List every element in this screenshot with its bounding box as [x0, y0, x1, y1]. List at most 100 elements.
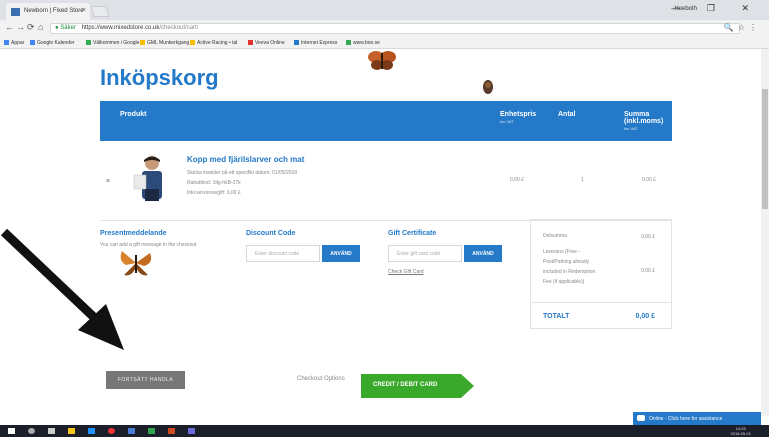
favicon-icon — [11, 8, 20, 16]
browser-tab[interactable]: Newborn | Fixed Store × — [6, 3, 90, 20]
excel-icon[interactable] — [148, 428, 155, 434]
back-icon[interactable]: ← — [5, 22, 14, 32]
shipping-label-line-3: included in Redemption — [543, 269, 596, 275]
shipping-label-line-2: Post/Parking already — [543, 259, 590, 265]
remove-item-icon[interactable]: × — [106, 178, 110, 185]
credit-button-label: CREDIT / DEBIT CARD — [373, 382, 438, 388]
discount-input[interactable]: Enter discount code — [246, 245, 320, 262]
product-image[interactable] — [130, 153, 170, 203]
shipping-label-line-4: Fee (if applicable)) — [543, 279, 585, 285]
chrome-icon[interactable] — [108, 428, 115, 434]
col-sum-label: Summa — [624, 111, 650, 118]
page-content: Inköpskorg Produkt Enhetspris Inc VAT An… — [0, 49, 761, 416]
bookmark-icon — [190, 40, 195, 45]
gift-card-apply-button[interactable]: ANVÄND — [464, 245, 502, 262]
word-icon[interactable] — [128, 428, 135, 434]
col-sum: Summa (inkl.moms) Inc VAT — [624, 111, 663, 131]
col-qty: Antal — [558, 111, 576, 118]
app-icon[interactable] — [188, 428, 195, 434]
bookmark-item[interactable]: Active Racing • tal — [190, 40, 237, 46]
home-icon[interactable]: ⌂ — [38, 22, 43, 32]
totals-box: Delsumma 0,00 £ Leverans (Free - Post/Pa… — [530, 219, 672, 329]
url-host: https://www.mixedstore.co.uk — [81, 25, 160, 31]
bookmark-icon — [294, 40, 299, 45]
bookmark-item[interactable]: Veeva Online — [248, 40, 285, 46]
bookmark-icon — [248, 40, 253, 45]
product-meta-fee: Inkl.serviceavgift: 0,00 £ — [187, 190, 241, 196]
cart-table-header: Produkt Enhetspris Inc VAT Antal Summa (… — [100, 101, 672, 141]
page-title: Inköpskorg — [100, 65, 219, 90]
screen: { "browser": { "tab_title": "Newborn | F… — [0, 0, 769, 437]
subtotal-label: Delsumma — [543, 233, 567, 239]
task-view-icon[interactable] — [48, 428, 55, 434]
live-chat-button[interactable]: Online - Click here for assistance — [633, 412, 761, 425]
product-qty: 1 — [581, 177, 584, 183]
bookmark-label: Google Kalender — [37, 40, 75, 46]
bookmark-label: Active Racing • tal — [197, 40, 238, 46]
col-sum-line2: (inkl.moms) — [624, 118, 664, 125]
clock-date: 2018-05-01 — [730, 431, 751, 436]
url-field[interactable]: ● Säker https://www.mixedstore.co.uk/che… — [50, 23, 740, 34]
file-explorer-icon[interactable] — [68, 428, 75, 434]
chat-bubble-icon — [637, 415, 645, 421]
bookmark-item[interactable]: Appar — [4, 40, 24, 46]
new-tab-button[interactable] — [90, 6, 110, 17]
reload-icon[interactable]: ⟳ — [27, 22, 35, 33]
shipping-label-line-1: Leverans (Free - — [543, 249, 580, 255]
product-unit-price: 0,00 £ — [510, 177, 524, 183]
subtotal-value: 0,00 £ — [641, 234, 655, 240]
bookmark-item[interactable]: Google Kalender — [30, 40, 75, 46]
chat-label: Online - Click here for assistance — [649, 416, 723, 422]
star-icon[interactable]: ☆ — [738, 23, 749, 32]
continue-shopping-button[interactable]: FORTSÄTT HANDLA — [106, 371, 185, 389]
edge-icon[interactable] — [88, 428, 95, 434]
bookmark-item[interactable]: GML Munkerkgang — [140, 40, 189, 46]
bookmark-label: GML Munkerkgang — [147, 40, 190, 46]
bookmarks-bar: Appar Google Kalender Välkommen i Google GM… — [0, 37, 769, 49]
security-label: Säker — [60, 25, 76, 31]
discount-apply-button[interactable]: ANVÄND — [322, 245, 360, 262]
bookmark-item[interactable]: Internet Express — [294, 40, 337, 46]
total-value: 0,00 £ — [635, 313, 655, 320]
browser-tab-bar: Newborn | Fixed Store × Hoeboth — ❐ ✕ — [0, 0, 769, 20]
discount-heading: Discount Code — [246, 230, 296, 237]
forward-icon[interactable]: → — [16, 22, 25, 32]
tab-title: Newborn | Fixed Store — [24, 8, 84, 14]
lock-icon: ● — [55, 25, 59, 31]
bookmark-label: Veeva Online — [255, 40, 285, 46]
tab-close-icon[interactable]: × — [82, 7, 86, 14]
bookmark-label: Välkommen i Google — [93, 40, 140, 46]
credit-debit-card-button[interactable]: CREDIT / DEBIT CARD — [361, 374, 474, 398]
bookmark-icon — [346, 40, 351, 45]
gift-card-input[interactable]: Enter gift card code — [388, 245, 462, 262]
scrollbar-thumb[interactable] — [762, 89, 768, 209]
window-controls[interactable]: — ❐ ✕ — [671, 3, 761, 14]
start-icon[interactable] — [8, 428, 15, 434]
bookmark-item[interactable]: www.boo.se — [346, 40, 380, 46]
menu-icon[interactable]: ⋮ — [749, 23, 761, 32]
checkout-options-label: Checkout Options — [297, 376, 345, 382]
bookmark-label: Appar — [11, 40, 25, 46]
gift-message-heading: Presentmeddelande — [100, 230, 167, 237]
clock[interactable]: 14:25 2018-05-01 — [731, 426, 751, 436]
zoom-icon[interactable]: 🔍 — [724, 23, 738, 32]
url-path: /checkout/cart/ — [159, 25, 199, 31]
product-name[interactable]: Kopp med fjärilslarver och mat — [187, 155, 304, 164]
check-gift-card-link[interactable]: Check Gift Card — [388, 269, 424, 275]
col-sum-sub: Inc VAT — [624, 126, 638, 131]
butterfly-icon — [120, 251, 152, 276]
product-meta-date: Skicka insekter på ett specifikt datum: … — [187, 170, 298, 176]
bookmark-icon — [30, 40, 35, 45]
toolbar-icons[interactable]: 🔍☆⋮ — [724, 23, 761, 32]
butterfly-icon — [483, 80, 493, 94]
shipping-value: 0,00 £ — [641, 268, 655, 274]
bookmark-item[interactable]: Välkommen i Google — [86, 40, 139, 46]
search-icon[interactable] — [28, 428, 35, 434]
powerpoint-icon[interactable] — [168, 428, 175, 434]
total-label: TOTALT — [543, 313, 570, 320]
butterfly-icon — [368, 51, 396, 70]
cart-item-row: × Kopp med fjärilslarver och mat Skicka … — [100, 141, 672, 221]
col-product: Produkt — [120, 111, 147, 118]
page-scrollbar[interactable] — [761, 49, 769, 416]
bookmark-icon — [4, 40, 9, 45]
